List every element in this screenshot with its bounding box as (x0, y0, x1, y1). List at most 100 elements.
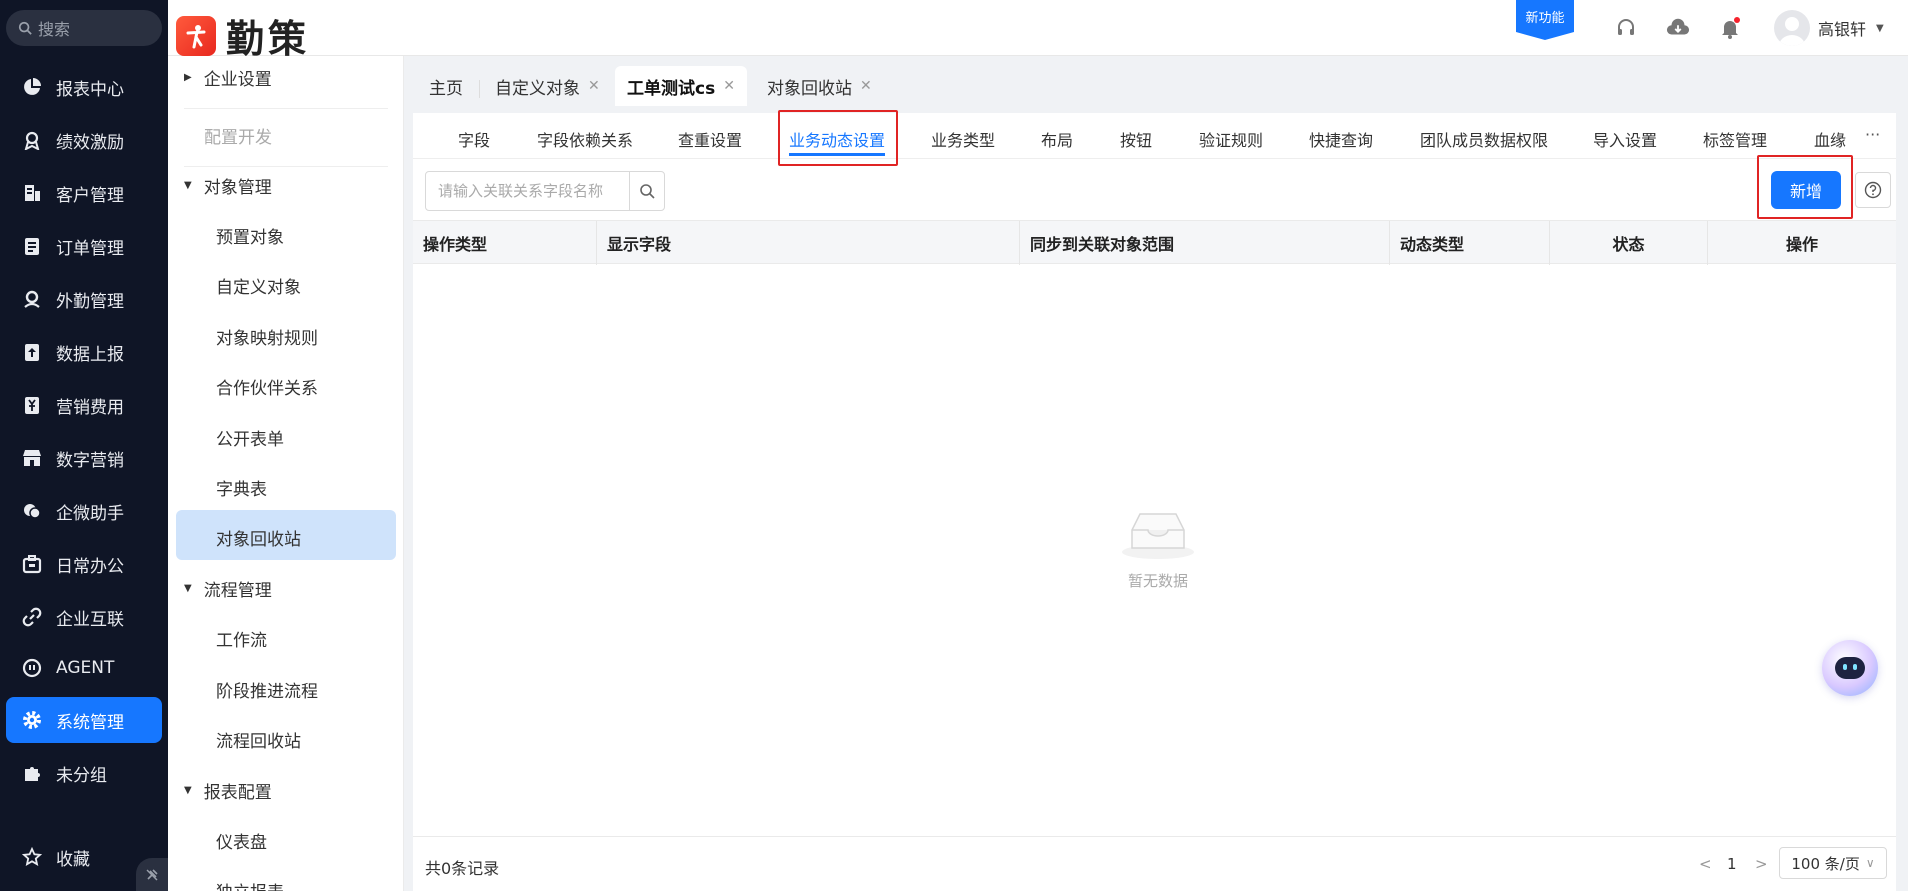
subtab-quick-query[interactable]: 快捷查询 (1309, 127, 1373, 151)
ai-assistant-button[interactable] (1822, 640, 1878, 696)
nav-item-ungrouped[interactable]: 未分组 (6, 750, 162, 796)
nav-item-agent[interactable]: AGENT (6, 645, 162, 691)
clipboard-icon (20, 234, 44, 258)
nav-item-enterprise-link[interactable]: 企业互联 (6, 594, 162, 640)
cloud-download-icon[interactable] (1666, 16, 1690, 40)
brand-mark-icon (176, 15, 216, 56)
pin-toggle-button[interactable] (136, 858, 168, 891)
nav-item-field[interactable]: 外勤管理 (6, 276, 162, 322)
close-icon[interactable]: ✕ (588, 78, 600, 94)
nav-item-label: AGENT (56, 658, 115, 678)
user-menu[interactable]: 高银轩 ▼ (1774, 10, 1884, 46)
side-item-object-mapping[interactable]: 对象映射规则 (216, 324, 318, 349)
tab-label: 自定义对象 (495, 78, 580, 99)
subtab-layout[interactable]: 布局 (1041, 127, 1073, 151)
nav-item-marketing-expense[interactable]: 营销费用 (6, 382, 162, 428)
building-icon (20, 181, 44, 205)
nav-item-customer[interactable]: 客户管理 (6, 170, 162, 216)
nav-item-report-center[interactable]: 报表中心 (6, 64, 162, 110)
side-item-partner-relation[interactable]: 合作伙伴关系 (216, 374, 318, 399)
nav-item-label: 系统管理 (56, 712, 124, 733)
nav-item-data-report[interactable]: 数据上报 (6, 329, 162, 375)
side-item-process-recycle-bin[interactable]: 流程回收站 (216, 727, 301, 752)
table-header: 操作类型 显示字段 同步到关联对象范围 动态类型 状态 操作 (413, 220, 1896, 265)
subtab-duplicate-check[interactable]: 查重设置 (678, 127, 742, 151)
prev-page-icon[interactable]: < (1699, 855, 1712, 873)
side-item-public-form[interactable]: 公开表单 (216, 425, 284, 450)
close-icon[interactable]: ✕ (723, 78, 735, 94)
col-status: 状态 (1550, 221, 1708, 265)
group-label: 流程管理 (203, 581, 272, 601)
settings-sidebar: ▶ 企业设置 配置开发 ▼ 对象管理 预置对象 自定义对象 对象映射规则 合作伙… (168, 56, 404, 891)
side-item-object-recycle-bin[interactable]: 对象回收站 (216, 525, 301, 550)
side-item-custom-object[interactable]: 自定义对象 (216, 273, 301, 298)
headset-icon[interactable] (1614, 16, 1638, 40)
col-activity-type: 动态类型 (1390, 221, 1550, 265)
nav-item-label: 企业互联 (56, 609, 124, 630)
group-object-management[interactable]: ▼ 对象管理 (184, 173, 272, 198)
empty-inbox-icon (1122, 513, 1194, 559)
gear-icon (20, 708, 44, 732)
add-button[interactable]: 新增 (1771, 171, 1841, 209)
nav-item-label: 数字营销 (56, 450, 124, 471)
page-size-value: 100 条/页 (1791, 854, 1860, 873)
subtab-tag-management[interactable]: 标签管理 (1703, 127, 1767, 151)
col-operation-type: 操作类型 (413, 221, 597, 265)
group-label: 对象管理 (203, 178, 272, 198)
side-item-dashboard[interactable]: 仪表盘 (216, 828, 267, 853)
group-enterprise-settings[interactable]: ▶ 企业设置 (184, 65, 272, 90)
close-icon[interactable]: ✕ (860, 78, 872, 94)
divider (184, 166, 388, 167)
page-number[interactable]: 1 (1727, 855, 1737, 873)
subtab-team-data-permission[interactable]: 团队成员数据权限 (1420, 127, 1548, 151)
tab-label: 对象回收站 (767, 78, 852, 99)
brand-logo[interactable]: 勤策 (176, 8, 310, 63)
puzzle-icon (20, 761, 44, 785)
nav-item-label: 日常办公 (56, 556, 124, 577)
side-item-preset-object[interactable]: 预置对象 (216, 223, 284, 248)
nav-item-system-management[interactable]: 系统管理 (6, 697, 162, 743)
nav-item-wecom-assistant[interactable]: 企微助手 (6, 488, 162, 534)
nav-item-digital-marketing[interactable]: 数字营销 (6, 435, 162, 481)
page-size-select[interactable]: 100 条/页 ∨ (1779, 847, 1887, 879)
side-item-dictionary[interactable]: 字典表 (216, 475, 267, 500)
side-item-stage-process[interactable]: 阶段推进流程 (216, 677, 318, 702)
col-display-field: 显示字段 (597, 221, 1020, 265)
bell-icon[interactable] (1718, 16, 1742, 40)
subtab-buttons[interactable]: 按钮 (1120, 127, 1152, 151)
subtab-lineage[interactable]: 血缘 (1814, 127, 1846, 151)
subtab-field-dependency[interactable]: 字段依赖关系 (537, 127, 633, 151)
search-input[interactable] (426, 172, 629, 210)
help-button[interactable] (1855, 172, 1891, 208)
nav-item-order[interactable]: 订单管理 (6, 223, 162, 269)
nav-item-label: 营销费用 (56, 397, 124, 418)
nav-item-label: 报表中心 (56, 79, 124, 100)
page-tab-object-recycle-bin[interactable]: 对象回收站 ✕ (755, 66, 884, 106)
subtab-fields[interactable]: 字段 (458, 127, 490, 151)
caret-down-icon: ▼ (184, 785, 192, 796)
page-tab-home[interactable]: 主页 (417, 66, 475, 106)
search-button[interactable] (629, 172, 664, 210)
page-tab-custom-object[interactable]: 自定义对象 ✕ (483, 66, 612, 106)
subtab-validation-rules[interactable]: 验证规则 (1199, 127, 1263, 151)
nav-search[interactable]: 搜索 (6, 10, 162, 46)
nav-item-performance[interactable]: 绩效激励 (6, 117, 162, 163)
yen-icon (20, 393, 44, 417)
group-report-config[interactable]: ▼ 报表配置 (184, 778, 272, 803)
side-item-standalone-report[interactable]: 独立报表 (216, 878, 284, 891)
new-feature-badge[interactable]: 新功能 (1516, 0, 1574, 40)
nav-item-daily-office[interactable]: 日常办公 (6, 541, 162, 587)
subtab-business-type[interactable]: 业务类型 (931, 127, 995, 151)
page-tab-ticket-test[interactable]: 工单测试cs ✕ (615, 66, 747, 106)
subtab-import-settings[interactable]: 导入设置 (1593, 127, 1657, 151)
chevron-down-icon: ∨ (1865, 856, 1875, 870)
next-page-icon[interactable]: > (1755, 855, 1768, 873)
side-item-workflow[interactable]: 工作流 (216, 626, 267, 651)
group-process-management[interactable]: ▼ 流程管理 (184, 576, 272, 601)
search-icon (18, 21, 32, 35)
nav-item-label: 绩效激励 (56, 132, 124, 153)
upload-icon (20, 340, 44, 364)
nav-item-label: 收藏 (56, 849, 90, 870)
robot-icon (1835, 657, 1865, 679)
more-icon[interactable]: ··· (1865, 125, 1880, 144)
